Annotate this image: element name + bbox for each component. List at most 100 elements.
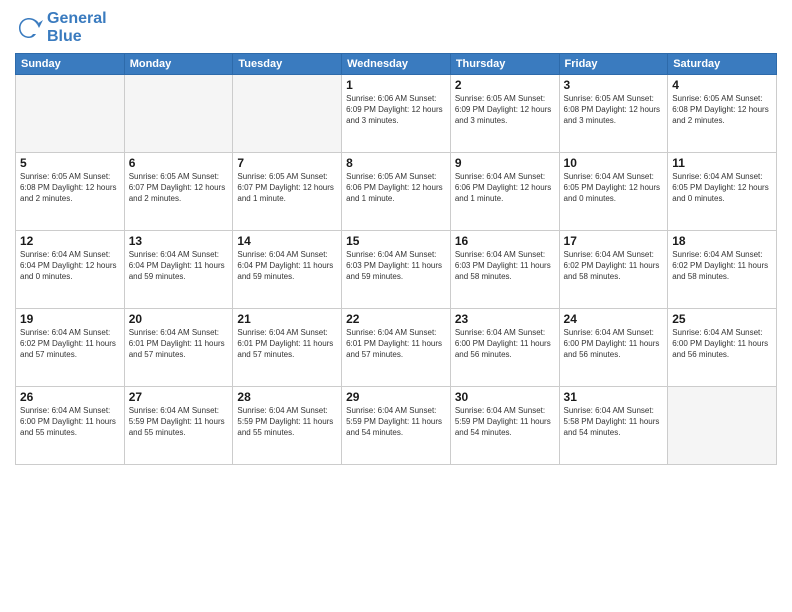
week-row-5: 26 Sunrise: 6:04 AM Sunset: 6:00 PM Dayli… (16, 387, 777, 465)
day-info: Sunrise: 6:04 AM Sunset: 6:00 PM Dayligh… (564, 328, 664, 360)
day-info: Sunrise: 6:05 AM Sunset: 6:08 PM Dayligh… (564, 94, 664, 126)
day-info: Sunrise: 6:04 AM Sunset: 6:04 PM Dayligh… (129, 250, 229, 282)
day-number: 3 (564, 78, 664, 92)
day-cell: 6 Sunrise: 6:05 AM Sunset: 6:07 PM Daylig… (124, 153, 233, 231)
day-info: Sunrise: 6:04 AM Sunset: 5:58 PM Dayligh… (564, 406, 664, 438)
day-info: Sunrise: 6:04 AM Sunset: 6:01 PM Dayligh… (237, 328, 337, 360)
day-number: 26 (20, 390, 120, 404)
day-number: 28 (237, 390, 337, 404)
day-cell: 7Sunrise: 6:05 AM Sunset: 6:07 PM Daylig… (233, 153, 342, 231)
week-row-4: 19Sunrise: 6:04 AM Sunset: 6:02 PM Dayli… (16, 309, 777, 387)
day-info: Sunrise: 6:04 AM Sunset: 6:00 PM Dayligh… (672, 328, 772, 360)
day-info: Sunrise: 6:05 AM Sunset: 6:08 PM Dayligh… (672, 94, 772, 126)
week-row-1: 1Sunrise: 6:06 AM Sunset: 6:09 PM Daylig… (16, 75, 777, 153)
day-cell: 27Sunrise: 6:04 AM Sunset: 5:59 PM Dayli… (124, 387, 233, 465)
day-cell: 14 Sunrise: 6:04 AM Sunset: 6:04 PM Dayli… (233, 231, 342, 309)
logo-icon (15, 14, 43, 42)
day-info: Sunrise: 6:04 AM Sunset: 6:02 PM Dayligh… (672, 250, 772, 282)
day-cell: 24Sunrise: 6:04 AM Sunset: 6:00 PM Dayli… (559, 309, 668, 387)
logo-text: General Blue (47, 10, 107, 45)
day-number: 31 (564, 390, 664, 404)
day-cell: 12Sunrise: 6:04 AM Sunset: 6:04 PM Dayli… (16, 231, 125, 309)
day-number: 17 (564, 234, 664, 248)
day-number: 2 (455, 78, 555, 92)
weekday-header-thursday: Thursday (450, 54, 559, 75)
day-cell: 19Sunrise: 6:04 AM Sunset: 6:02 PM Dayli… (16, 309, 125, 387)
day-cell: 10Sunrise: 6:04 AM Sunset: 6:05 PM Dayli… (559, 153, 668, 231)
day-number: 4 (672, 78, 772, 92)
day-info: Sunrise: 6:04 AM Sunset: 6:02 PM Dayligh… (20, 328, 120, 360)
day-info: Sunrise: 6:04 AM Sunset: 6:05 PM Dayligh… (564, 172, 664, 204)
day-number: 29 (346, 390, 446, 404)
day-cell (233, 75, 342, 153)
week-row-3: 12Sunrise: 6:04 AM Sunset: 6:04 PM Dayli… (16, 231, 777, 309)
day-cell: 2 Sunrise: 6:05 AM Sunset: 6:09 PM Daylig… (450, 75, 559, 153)
weekday-header-saturday: Saturday (668, 54, 777, 75)
day-info: Sunrise: 6:04 AM Sunset: 5:59 PM Dayligh… (346, 406, 446, 438)
day-cell: 3 Sunrise: 6:05 AM Sunset: 6:08 PM Daylig… (559, 75, 668, 153)
day-number: 6 (129, 156, 229, 170)
logo: General Blue (15, 10, 107, 45)
weekday-header-wednesday: Wednesday (342, 54, 451, 75)
day-cell: 1Sunrise: 6:06 AM Sunset: 6:09 PM Daylig… (342, 75, 451, 153)
day-info: Sunrise: 6:04 AM Sunset: 6:03 PM Dayligh… (346, 250, 446, 282)
day-number: 9 (455, 156, 555, 170)
day-cell: 17 Sunrise: 6:04 AM Sunset: 6:02 PM Dayli… (559, 231, 668, 309)
day-info: Sunrise: 6:05 AM Sunset: 6:07 PM Dayligh… (129, 172, 229, 204)
day-info: Sunrise: 6:04 AM Sunset: 6:01 PM Dayligh… (346, 328, 446, 360)
day-cell: 13Sunrise: 6:04 AM Sunset: 6:04 PM Dayli… (124, 231, 233, 309)
day-cell: 28 Sunrise: 6:04 AM Sunset: 5:59 PM Dayli… (233, 387, 342, 465)
page: General Blue SundayMondayTuesdayWednesda… (0, 0, 792, 612)
day-cell (16, 75, 125, 153)
day-number: 16 (455, 234, 555, 248)
day-info: Sunrise: 6:04 AM Sunset: 6:04 PM Dayligh… (237, 250, 337, 282)
day-cell: 5 Sunrise: 6:05 AM Sunset: 6:08 PM Daylig… (16, 153, 125, 231)
day-info: Sunrise: 6:04 AM Sunset: 6:00 PM Dayligh… (455, 328, 555, 360)
day-info: Sunrise: 6:04 AM Sunset: 6:01 PM Dayligh… (129, 328, 229, 360)
week-row-2: 5 Sunrise: 6:05 AM Sunset: 6:08 PM Daylig… (16, 153, 777, 231)
day-info: Sunrise: 6:04 AM Sunset: 6:00 PM Dayligh… (20, 406, 120, 438)
day-cell: 9Sunrise: 6:04 AM Sunset: 6:06 PM Daylig… (450, 153, 559, 231)
weekday-header-sunday: Sunday (16, 54, 125, 75)
day-cell: 25 Sunrise: 6:04 AM Sunset: 6:00 PM Dayli… (668, 309, 777, 387)
day-cell: 16Sunrise: 6:04 AM Sunset: 6:03 PM Dayli… (450, 231, 559, 309)
day-info: Sunrise: 6:04 AM Sunset: 6:04 PM Dayligh… (20, 250, 120, 282)
day-cell: 18Sunrise: 6:04 AM Sunset: 6:02 PM Dayli… (668, 231, 777, 309)
day-cell: 29 Sunrise: 6:04 AM Sunset: 5:59 PM Dayli… (342, 387, 451, 465)
day-info: Sunrise: 6:04 AM Sunset: 5:59 PM Dayligh… (237, 406, 337, 438)
day-cell: 20 Sunrise: 6:04 AM Sunset: 6:01 PM Dayli… (124, 309, 233, 387)
day-info: Sunrise: 6:05 AM Sunset: 6:08 PM Dayligh… (20, 172, 120, 204)
day-cell: 21 Sunrise: 6:04 AM Sunset: 6:01 PM Dayli… (233, 309, 342, 387)
day-cell: 4 Sunrise: 6:05 AM Sunset: 6:08 PM Daylig… (668, 75, 777, 153)
day-cell: 8Sunrise: 6:05 AM Sunset: 6:06 PM Daylig… (342, 153, 451, 231)
day-info: Sunrise: 6:04 AM Sunset: 6:02 PM Dayligh… (564, 250, 664, 282)
weekday-header-row: SundayMondayTuesdayWednesdayThursdayFrid… (16, 54, 777, 75)
day-info: Sunrise: 6:04 AM Sunset: 6:05 PM Dayligh… (672, 172, 772, 204)
weekday-header-monday: Monday (124, 54, 233, 75)
day-info: Sunrise: 6:05 AM Sunset: 6:09 PM Dayligh… (455, 94, 555, 126)
day-number: 5 (20, 156, 120, 170)
day-number: 8 (346, 156, 446, 170)
day-number: 23 (455, 312, 555, 326)
day-info: Sunrise: 6:06 AM Sunset: 6:09 PM Dayligh… (346, 94, 446, 126)
day-number: 21 (237, 312, 337, 326)
day-cell: 23 Sunrise: 6:04 AM Sunset: 6:00 PM Dayli… (450, 309, 559, 387)
day-number: 14 (237, 234, 337, 248)
day-info: Sunrise: 6:04 AM Sunset: 5:59 PM Dayligh… (455, 406, 555, 438)
day-cell: 15Sunrise: 6:04 AM Sunset: 6:03 PM Dayli… (342, 231, 451, 309)
day-number: 11 (672, 156, 772, 170)
weekday-header-friday: Friday (559, 54, 668, 75)
day-cell: 11 Sunrise: 6:04 AM Sunset: 6:05 PM Dayli… (668, 153, 777, 231)
day-number: 25 (672, 312, 772, 326)
calendar: SundayMondayTuesdayWednesdayThursdayFrid… (15, 53, 777, 465)
day-cell: 22 Sunrise: 6:04 AM Sunset: 6:01 PM Dayli… (342, 309, 451, 387)
day-number: 22 (346, 312, 446, 326)
day-cell: 30 Sunrise: 6:04 AM Sunset: 5:59 PM Dayli… (450, 387, 559, 465)
weekday-header-tuesday: Tuesday (233, 54, 342, 75)
day-number: 7 (237, 156, 337, 170)
day-number: 20 (129, 312, 229, 326)
day-number: 30 (455, 390, 555, 404)
header: General Blue (15, 10, 777, 45)
day-cell (668, 387, 777, 465)
day-cell (124, 75, 233, 153)
